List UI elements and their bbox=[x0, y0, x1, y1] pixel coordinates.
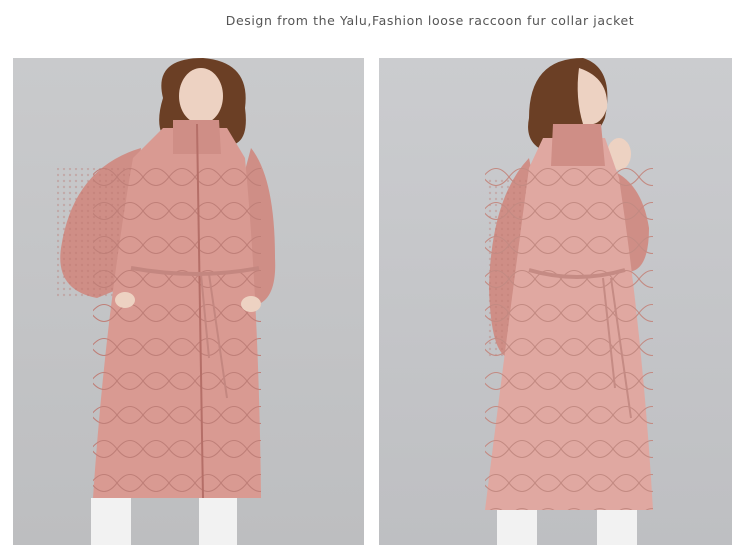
model-side-photo bbox=[379, 58, 732, 545]
model-side-illustration bbox=[379, 58, 732, 545]
model-front-photo bbox=[13, 58, 364, 545]
page-title: Design from the Yalu,Fashion loose racco… bbox=[225, 13, 635, 28]
model-front-illustration bbox=[13, 58, 364, 545]
